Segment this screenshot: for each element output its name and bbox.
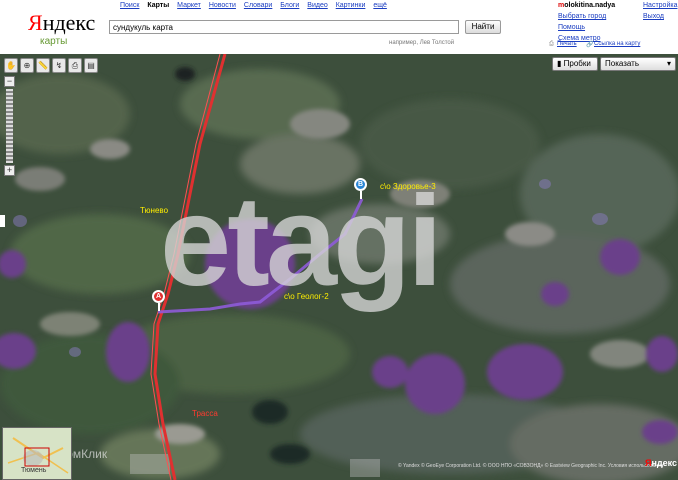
show-layers-label: Показать xyxy=(605,59,640,68)
hand-icon[interactable]: ✋ xyxy=(4,58,18,73)
service-market[interactable]: Маркет xyxy=(177,2,201,9)
service-blogs[interactable]: Блоги xyxy=(280,2,299,9)
logo-subtitle: карты xyxy=(40,36,68,47)
print-icon[interactable]: ⎙ xyxy=(549,41,554,48)
help-link[interactable]: Помощь xyxy=(558,24,585,31)
service-news[interactable]: Новости xyxy=(209,2,236,9)
link-to-map[interactable]: Ссылка на карту xyxy=(594,41,640,47)
print-link[interactable]: Печать xyxy=(557,41,577,47)
map-toolbar: ✋ ⊕ 📏 ↯ ⎙ ▤ xyxy=(4,58,98,73)
header: Яндекс карты Поиск Карты Маркет Новости … xyxy=(0,0,678,54)
zoom-out-button[interactable]: + xyxy=(4,165,15,176)
zoom-box-icon[interactable]: ⊕ xyxy=(20,58,34,73)
service-dictionaries[interactable]: Словари xyxy=(244,2,272,9)
service-images[interactable]: Картинки xyxy=(336,2,366,9)
side-panel-handle[interactable] xyxy=(0,215,5,227)
route-icon[interactable]: ↯ xyxy=(52,58,66,73)
zoom-slider[interactable] xyxy=(6,89,13,163)
user-name[interactable]: molokitina.nadya xyxy=(558,2,615,9)
services-bar: Поиск Карты Маркет Новости Словари Блоги… xyxy=(120,2,393,9)
traffic-label: Пробки xyxy=(563,59,591,68)
overview-minimap[interactable]: Тюмень xyxy=(2,427,72,480)
ruler-icon[interactable]: 📏 xyxy=(36,58,50,73)
exit-link[interactable]: Выход xyxy=(643,13,664,20)
zoom-in-button[interactable]: − xyxy=(4,76,15,87)
service-more[interactable]: ещё xyxy=(373,2,387,9)
settings-link[interactable]: Настройка xyxy=(643,2,677,9)
label-trassa: Трасса xyxy=(192,409,218,418)
logo-first-letter: Я xyxy=(28,10,43,35)
minimap-city-label: Тюмень xyxy=(21,467,47,474)
yandex-map-logo: Яндекс xyxy=(645,458,677,468)
traffic-icon: ▮ xyxy=(557,59,562,68)
copyright: © Yandex © GeoEye Corporation Ltd. © ООО… xyxy=(398,463,664,469)
print-map-icon[interactable]: ⎙ xyxy=(68,58,82,73)
service-search[interactable]: Поиск xyxy=(120,2,139,9)
label-tyunevo: Тюнево xyxy=(140,206,169,215)
service-video[interactable]: Видео xyxy=(307,2,327,9)
service-maps: Карты xyxy=(147,2,170,9)
yandex-map-logo-rest: ндекс xyxy=(651,458,678,468)
search-button[interactable]: Найти xyxy=(465,20,501,34)
zoom-control: − + xyxy=(4,76,15,180)
search-example[interactable]: например, Лев Толстой xyxy=(389,40,454,46)
yandex-logo[interactable]: Яндекс xyxy=(28,10,95,36)
watermark: etagi xyxy=(160,170,443,313)
show-layers-button[interactable]: Показать ▾ xyxy=(600,57,676,71)
label-zdorovye: с\о Здоровье-3 xyxy=(380,182,436,191)
logo-rest: ндекс xyxy=(42,10,96,35)
choose-city-link[interactable]: Выбрать город xyxy=(558,13,606,20)
user-rest: olokitina.nadya xyxy=(564,2,616,9)
traffic-button[interactable]: ▮ Пробки xyxy=(552,57,598,71)
search-input[interactable] xyxy=(109,20,459,34)
layers-icon[interactable]: ▤ xyxy=(84,58,98,73)
label-geolog: с\о Геолог-2 xyxy=(284,292,329,301)
chevron-down-icon: ▾ xyxy=(666,59,671,68)
link-icon: 🔗 xyxy=(586,42,594,48)
